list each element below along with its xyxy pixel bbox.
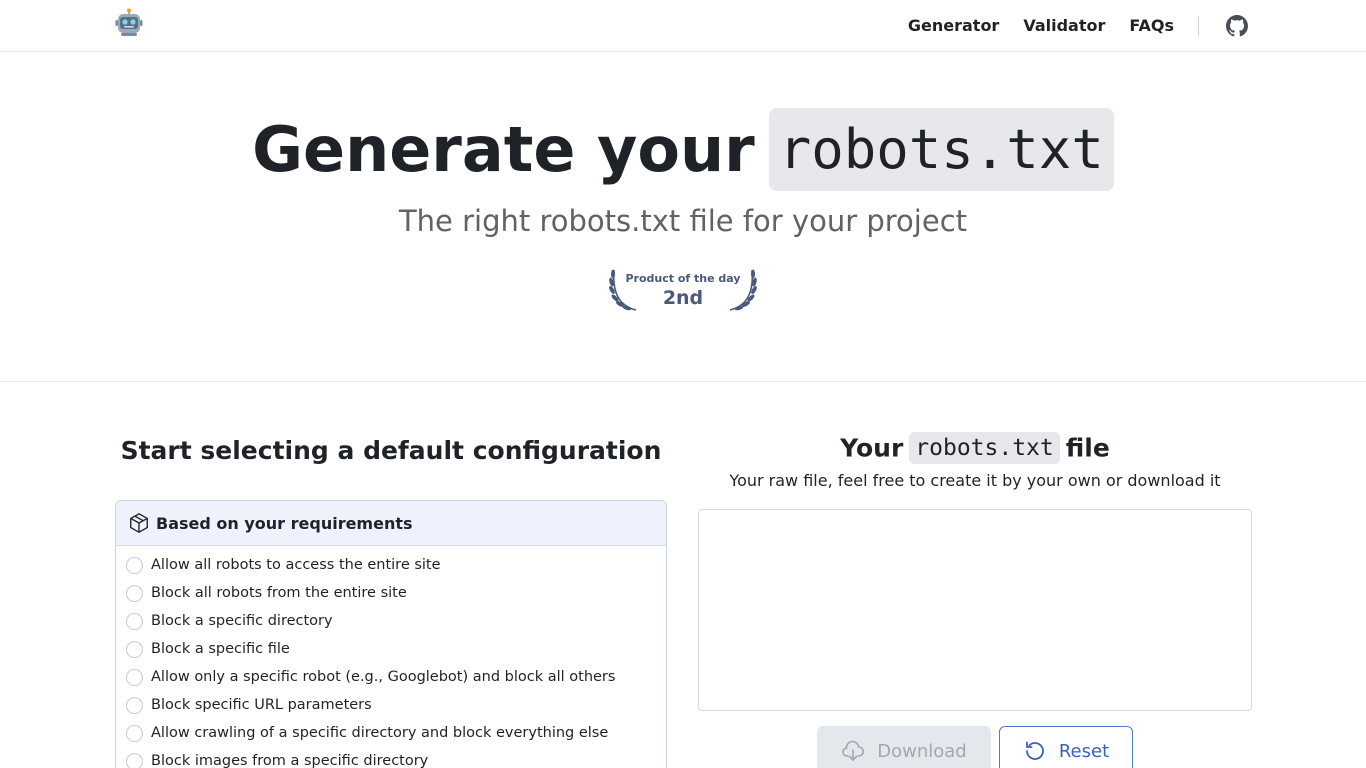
requirements-panel-title: Based on your requirements	[156, 513, 413, 533]
laurel-right-icon	[729, 269, 757, 311]
radio-button[interactable]	[126, 668, 143, 686]
option-block-all[interactable]: Block all robots from the entire site	[126, 583, 407, 603]
option-label: Block a specific directory	[151, 613, 333, 629]
option-label: Allow only a specific robot (e.g., Googl…	[151, 669, 616, 685]
title-prefix: Generate your	[252, 112, 755, 186]
option-allow-all[interactable]: Allow all robots to access the entire si…	[126, 555, 441, 575]
option-label: Block specific URL parameters	[151, 697, 372, 713]
config-heading: Start selecting a default configuration	[120, 436, 662, 465]
output-heading: Your robots.txt file	[698, 432, 1252, 464]
page-subtitle: The right robots.txt file for your proje…	[398, 204, 968, 238]
robots-txt-editor[interactable]	[698, 509, 1252, 711]
option-block-url-parameters[interactable]: Block specific URL parameters	[126, 695, 372, 715]
reset-button-label: Reset	[1058, 740, 1110, 762]
radio-button[interactable]	[126, 696, 143, 714]
radio-button[interactable]	[126, 752, 143, 768]
top-navbar: Generator Validator FAQs	[0, 0, 1366, 52]
robot-icon[interactable]	[114, 8, 144, 38]
reset-button[interactable]: Reset	[999, 726, 1133, 768]
output-heading-suffix: file	[1065, 433, 1110, 463]
product-of-the-day-badge[interactable]: Product of the day 2nd	[606, 264, 760, 314]
option-label: Block images from a specific directory	[151, 753, 429, 768]
option-label: Block all robots from the entire site	[151, 585, 407, 601]
option-label: Allow crawling of a specific directory a…	[151, 725, 609, 741]
download-button-label: Download	[877, 740, 967, 762]
nav-validator-link[interactable]: Validator	[1023, 16, 1105, 35]
option-allow-specific-robot[interactable]: Allow only a specific robot (e.g., Googl…	[126, 667, 615, 687]
nav-faqs-link[interactable]: FAQs	[1129, 16, 1174, 35]
option-label: Allow all robots to access the entire si…	[151, 557, 441, 573]
radio-button[interactable]	[126, 612, 143, 630]
radio-button[interactable]	[126, 640, 143, 658]
option-block-images[interactable]: Block images from a specific directory	[126, 751, 428, 768]
reset-icon	[1025, 741, 1044, 760]
output-heading-code: robots.txt	[909, 432, 1060, 464]
option-allow-directory-only[interactable]: Allow crawling of a specific directory a…	[126, 723, 608, 743]
nav-generator-link[interactable]: Generator	[908, 16, 999, 35]
main-nav: Generator Validator FAQs	[884, 0, 1248, 51]
cloud-download-icon	[842, 740, 865, 761]
radio-button[interactable]	[126, 724, 143, 742]
output-subtitle: Your raw file, feel free to create it by…	[729, 471, 1221, 490]
option-block-directory[interactable]: Block a specific directory	[126, 611, 333, 631]
nav-divider	[1198, 15, 1199, 36]
requirements-panel: Based on your requirements Allow all rob…	[115, 500, 667, 768]
download-button[interactable]: Download	[817, 726, 991, 768]
hero-section: Generate your robots.txt The right robots…	[0, 52, 1366, 382]
box-icon	[130, 513, 148, 533]
option-block-file[interactable]: Block a specific file	[126, 639, 290, 659]
output-heading-prefix: Your	[840, 433, 904, 463]
option-label: Block a specific file	[151, 641, 290, 657]
github-icon[interactable]	[1226, 14, 1248, 37]
title-code: robots.txt	[768, 108, 1114, 191]
radio-button[interactable]	[126, 584, 143, 602]
requirements-panel-header[interactable]: Based on your requirements	[116, 501, 666, 546]
page-title: Generate your robots.txt	[0, 108, 1366, 191]
radio-button[interactable]	[126, 556, 143, 574]
